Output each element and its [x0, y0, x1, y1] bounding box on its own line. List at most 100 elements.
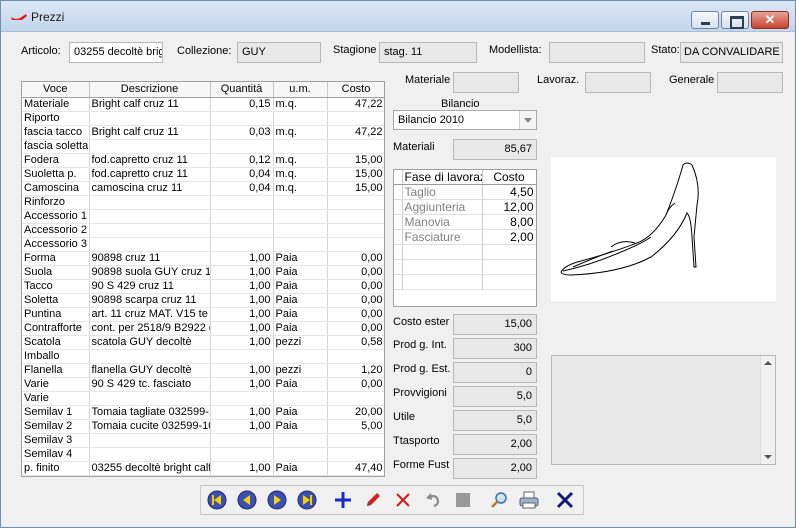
descrizione-cell[interactable]	[89, 111, 211, 126]
costo-ester-field[interactable]: 15,00	[453, 314, 537, 335]
costo-cell[interactable]: 15,00	[327, 181, 384, 196]
search-button[interactable]	[487, 489, 511, 511]
costo-cell[interactable]: 0,00	[327, 321, 384, 336]
column-header-um[interactable]: u.m.	[273, 82, 328, 98]
voce-cell[interactable]: Semilav 2	[22, 419, 90, 434]
costo-cell[interactable]: 0,00	[327, 251, 384, 266]
costo-cell[interactable]	[327, 433, 384, 448]
table-row[interactable]: Imballo	[22, 349, 384, 364]
modellista-field[interactable]	[549, 42, 645, 63]
last-record-button[interactable]	[295, 489, 319, 511]
quantita-cell[interactable]	[210, 447, 274, 462]
print-button[interactable]	[517, 489, 541, 511]
voce-cell[interactable]: Suola	[22, 265, 90, 280]
table-row[interactable]: Soletta 90898 scarpa cruz 11 1,00 Paia 0,00	[22, 293, 384, 308]
descrizione-cell[interactable]	[89, 195, 211, 210]
descrizione-cell[interactable]	[89, 237, 211, 252]
quantita-cell[interactable]: 1,00	[210, 307, 274, 322]
descrizione-cell[interactable]: art. 11 cruz MAT. V15 te	[89, 307, 211, 322]
quantita-cell[interactable]	[210, 391, 274, 406]
phase-cost-cell[interactable]: 4,50	[482, 184, 536, 200]
table-row[interactable]: Rinforzo	[22, 195, 384, 210]
costo-cell[interactable]	[327, 391, 384, 406]
voce-cell[interactable]: Forma	[22, 251, 90, 266]
costo-cell[interactable]	[327, 349, 384, 364]
phase-cost-cell[interactable]	[482, 259, 536, 275]
table-row[interactable]: Materiale Bright calf cruz 11 0,15 m.q. 47,2…	[22, 97, 384, 112]
um-cell[interactable]	[273, 433, 328, 448]
um-cell[interactable]: Paia	[273, 307, 328, 322]
work-phases-grid[interactable]: Fase di lavoraz Costo Taglio 4,50 Aggiunte…	[393, 169, 537, 307]
um-cell[interactable]	[273, 195, 328, 210]
table-row[interactable]: p. finito 03255 decoltè bright calf 1,00 Pa…	[22, 461, 384, 476]
um-cell[interactable]: m.q.	[273, 97, 328, 112]
quantita-cell[interactable]	[210, 237, 274, 252]
phase-name-cell[interactable]: Aggiunteria	[402, 199, 483, 215]
first-record-button[interactable]	[205, 489, 229, 511]
costo-cell[interactable]: 0,00	[327, 307, 384, 322]
costo-cell[interactable]: 5,00	[327, 419, 384, 434]
dropdown-arrow-icon[interactable]	[519, 111, 536, 129]
quantita-cell[interactable]: 1,00	[210, 321, 274, 336]
quantita-cell[interactable]	[210, 349, 274, 364]
phase-row[interactable]: Aggiunteria 12,00	[394, 199, 536, 215]
descrizione-cell[interactable]: Bright calf cruz 11	[89, 125, 211, 140]
um-cell[interactable]: pezzi	[273, 363, 328, 378]
quantita-cell[interactable]: 1,00	[210, 265, 274, 280]
quantita-cell[interactable]: 1,00	[210, 377, 274, 392]
quantita-cell[interactable]: 1,00	[210, 279, 274, 294]
notes-memo[interactable]	[551, 355, 776, 465]
um-cell[interactable]	[273, 391, 328, 406]
previous-record-button[interactable]	[235, 489, 259, 511]
stagione-field[interactable]: stag. 11	[379, 42, 477, 63]
phase-row[interactable]	[394, 244, 536, 260]
scroll-down-icon[interactable]	[764, 455, 772, 459]
voce-cell[interactable]: Camoscina	[22, 181, 90, 196]
generale-field[interactable]	[717, 72, 783, 93]
add-record-button[interactable]	[331, 489, 355, 511]
quantita-cell[interactable]: 1,00	[210, 405, 274, 420]
voce-cell[interactable]: p. finito	[22, 461, 90, 476]
table-row[interactable]: Tacco 90 S 429 cruz 11 1,00 Paia 0,00	[22, 279, 384, 294]
descrizione-cell[interactable]: Tomaia cucite 032599-10	[89, 419, 211, 434]
phase-cost-cell[interactable]: 2,00	[482, 229, 536, 245]
table-row[interactable]: fascia tacco Bright calf cruz 11 0,03 m.q. 4…	[22, 125, 384, 140]
quantita-cell[interactable]: 0,15	[210, 97, 274, 112]
materiale-field[interactable]	[453, 72, 519, 93]
descrizione-cell[interactable]: 90898 cruz 11	[89, 251, 211, 266]
table-row[interactable]: Fodera fod.capretto cruz 11 0,12 m.q. 15,00	[22, 153, 384, 168]
costo-cell[interactable]: 15,00	[327, 153, 384, 168]
voce-cell[interactable]: Imballo	[22, 349, 90, 364]
table-row[interactable]: Puntina art. 11 cruz MAT. V15 te 1,00 Paia 0…	[22, 307, 384, 322]
quantita-cell[interactable]: 0,12	[210, 153, 274, 168]
um-cell[interactable]	[273, 349, 328, 364]
um-cell[interactable]	[273, 139, 328, 154]
um-cell[interactable]	[273, 209, 328, 224]
descrizione-cell[interactable]: 90898 suola GUY cruz 1	[89, 265, 211, 280]
costo-cell[interactable]: 20,00	[327, 405, 384, 420]
phase-name-cell[interactable]	[402, 259, 483, 275]
voce-cell[interactable]: Contrafforte	[22, 321, 90, 336]
voce-cell[interactable]: Materiale	[22, 97, 90, 112]
column-header-phase-costo[interactable]: Costo	[482, 170, 536, 185]
descrizione-cell[interactable]	[89, 433, 211, 448]
descrizione-cell[interactable]: camoscina cruz 11	[89, 181, 211, 196]
voce-cell[interactable]: Semilav 1	[22, 405, 90, 420]
table-row[interactable]: Riporto	[22, 111, 384, 126]
quantita-cell[interactable]: 1,00	[210, 419, 274, 434]
um-cell[interactable]: Paia	[273, 251, 328, 266]
bilancio-select[interactable]: Bilancio 2010	[393, 110, 537, 130]
close-form-button[interactable]	[553, 489, 577, 511]
prod-int-field[interactable]: 300	[453, 338, 537, 359]
descrizione-cell[interactable]: flanella GUY decoltè	[89, 363, 211, 378]
quantita-cell[interactable]	[210, 223, 274, 238]
costo-cell[interactable]	[327, 195, 384, 210]
voce-cell[interactable]: Varie	[22, 391, 90, 406]
costo-cell[interactable]: 0,00	[327, 279, 384, 294]
quantita-cell[interactable]: 0,04	[210, 167, 274, 182]
voce-cell[interactable]: fascia soletta	[22, 139, 90, 154]
undo-button[interactable]	[421, 489, 445, 511]
trasporto-field[interactable]: 2,00	[453, 434, 537, 455]
voce-cell[interactable]: Semilav 4	[22, 447, 90, 462]
phase-name-cell[interactable]	[402, 274, 483, 290]
